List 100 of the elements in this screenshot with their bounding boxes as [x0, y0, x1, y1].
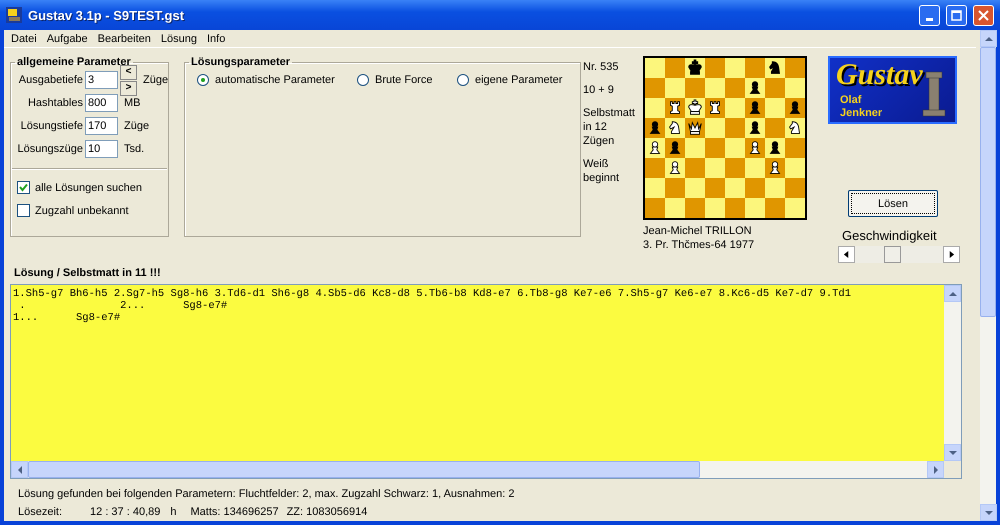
board-square [765, 98, 785, 118]
board-square [725, 158, 745, 178]
status-value: 12 : 37 : 40,89 [90, 505, 160, 520]
window-title: Gustav 3.1p - S9TEST.gst [28, 8, 186, 22]
board-square [645, 178, 665, 198]
radio-button[interactable] [197, 74, 209, 86]
vertical-scrollbar[interactable] [944, 285, 961, 461]
up-arrow-icon [948, 290, 956, 298]
board-square [645, 78, 665, 98]
checkbox-label: alle Lösungen suchen [35, 182, 142, 194]
board-square [765, 178, 785, 198]
minimize-button[interactable] [919, 4, 940, 26]
board-square [705, 158, 725, 178]
spin-button[interactable]: < [120, 64, 137, 80]
close-icon [978, 10, 989, 20]
board-square [725, 98, 745, 118]
board-square [785, 78, 805, 98]
solution-heading: Lösung / Selbstmatt in 11 !!! [13, 267, 162, 282]
close-button[interactable] [973, 4, 994, 26]
board-square [705, 78, 725, 98]
board-square [765, 118, 785, 138]
menu-item[interactable]: Info [202, 32, 230, 45]
right-arrow-icon [932, 466, 940, 474]
checkbox[interactable] [17, 181, 30, 194]
down-arrow-icon [948, 448, 956, 456]
menu-item[interactable]: Aufgabe [42, 32, 93, 45]
board-square [685, 178, 705, 198]
board-square [725, 138, 745, 158]
board-square [745, 58, 765, 78]
input-field[interactable]: 10 [85, 140, 118, 158]
menu-item[interactable]: Datei [6, 32, 42, 45]
speed-label: Geschwindigkeit [842, 228, 937, 244]
unit-label: Tsd. [124, 143, 144, 156]
board-square [685, 78, 705, 98]
board-square [745, 198, 765, 218]
unit-label: Züge [143, 74, 168, 86]
checkbox[interactable] [17, 204, 30, 218]
input-field[interactable]: 170 [85, 117, 118, 136]
solution-line: . 2... Sg8-e7# [18, 300, 228, 312]
board-square [685, 158, 705, 178]
board-square [765, 198, 785, 218]
input-field[interactable]: 3 [85, 71, 118, 90]
right-arrow-icon [948, 251, 955, 258]
solution-line: 1.Sh5-g7 Bh6-h5 2.Sg7-h5 Sg8-h6 3.Td6-d1 Sh6-g8 4.Sb5-d6 Kc8-d8 5.Tb6-b8 Kd8-e7 6.Tb8-g8 Ke7-e6 7.Sh5-g7 Ke6-e7 8.Kc6-d5 Ke7-d7 9.Td1 [13, 288, 852, 300]
status-value: Matts: 134696257 [190, 505, 279, 520]
radio-button[interactable] [457, 74, 469, 86]
window-scrollbar[interactable] [980, 30, 996, 521]
logo-title: Gustav [836, 58, 923, 92]
radio-label: Brute Force [375, 74, 432, 86]
board-square [665, 198, 685, 218]
solve-button[interactable]: Lösen [848, 190, 938, 218]
status-text: Lösung gefunden bei folgenden Parametern: Fluchtfelder: 2, max. Zugzahl Schwarz: 1, Ausnahmen: 2 [18, 487, 516, 502]
source-text: Jean-Michel TRILLON [643, 224, 753, 238]
checkbox-label: Zugzahl unbekannt [35, 204, 129, 217]
down-arrow-icon [984, 508, 992, 516]
logo-subtitle: Olaf [840, 94, 862, 106]
board-square [785, 58, 805, 78]
problem-info: Nr. 535 [583, 60, 620, 74]
left-arrow-icon [16, 466, 24, 474]
board-square [785, 178, 805, 198]
scrollbar-corner [944, 461, 961, 478]
unit-label: Züge [124, 120, 150, 132]
spin-button[interactable]: > [120, 80, 137, 96]
maximize-icon [951, 10, 962, 20]
source-text: 3. Pr. Thčmes-64 1977 [643, 238, 756, 252]
board-square [645, 198, 665, 218]
horizontal-scrollbar[interactable] [11, 461, 944, 478]
menu-item[interactable]: Bearbeiten [92, 32, 156, 45]
board-square [685, 138, 705, 158]
board-square [685, 198, 705, 218]
minimize-icon [926, 18, 933, 20]
board-square [645, 98, 665, 118]
speed-slider[interactable] [838, 246, 960, 264]
board-square [765, 78, 785, 98]
board-square [725, 118, 745, 138]
solution-line: 1... Sg8-e7# [13, 312, 122, 324]
menu-item[interactable]: Lösung [156, 32, 202, 45]
maximize-button[interactable] [946, 4, 967, 26]
problem-info: Weiß beginnt [583, 157, 620, 186]
board-square [725, 198, 745, 218]
status-label: Lösezeit: [18, 505, 62, 520]
board-square [785, 138, 805, 158]
board-square [745, 158, 765, 178]
logo-subtitle: Jenkner [840, 107, 882, 120]
radio-button[interactable] [357, 74, 369, 86]
problem-info: Selbstmatt in 12 Zügen [583, 106, 636, 148]
board-square [705, 178, 725, 198]
board-square [665, 178, 685, 198]
status-value: ZZ: 1083056914 [286, 505, 368, 520]
board-square [705, 138, 725, 158]
field-label: Ausgabetiefe [18, 74, 84, 86]
status-value: h [170, 505, 176, 520]
app-icon [6, 7, 22, 23]
board-square [705, 58, 725, 78]
board-square [785, 158, 805, 178]
board-square [725, 178, 745, 198]
field-label: Lösungstiefe [20, 120, 84, 132]
radio-label: automatische Parameter [215, 74, 335, 86]
radio-label: eigene Parameter [475, 74, 562, 86]
input-field[interactable]: 800 [85, 94, 118, 112]
